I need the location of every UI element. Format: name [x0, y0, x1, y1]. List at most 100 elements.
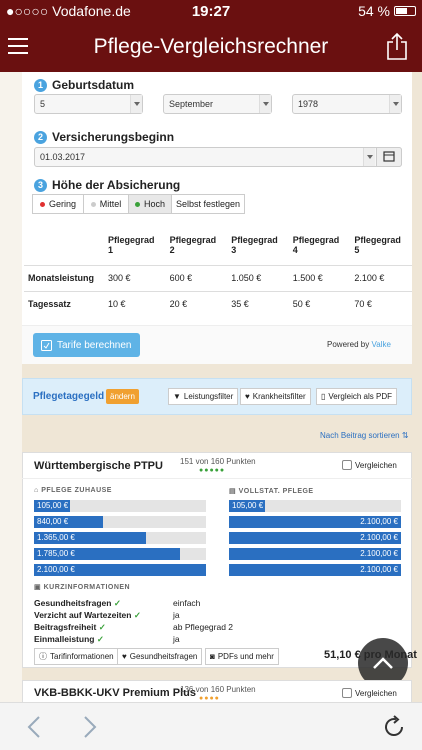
checkbox-icon: [342, 688, 352, 698]
check-icon: ✓: [133, 610, 141, 620]
check-icon: ✓: [98, 622, 106, 632]
filter-icon: ▼: [173, 392, 181, 401]
table-header-row: Pflegegrad 1 Pflegegrad 2 Pflegegrad 3 P…: [24, 225, 412, 265]
document-icon: ▯: [321, 392, 326, 401]
info-icon: ▣: [34, 584, 42, 591]
table-header: Pflegegrad 4: [292, 234, 340, 255]
level-custom-button[interactable]: Selbst festlegen: [171, 194, 245, 214]
grey-dot-icon: [90, 201, 96, 207]
benefit-bar-track: 2.100,00 €: [34, 564, 206, 576]
rating-dots: ●●●●●: [199, 467, 226, 474]
tariff-info-button[interactable]: ⓘ Tarifinformationen: [34, 648, 119, 665]
service-filter-button[interactable]: ▼ Leistungsfilter: [168, 388, 239, 405]
filter-title: Pflegetagegeld: [33, 391, 105, 402]
birth-year-select[interactable]: 1978: [292, 94, 402, 114]
home-care-heading: ⌂ PFLEGE ZUHAUSE: [34, 487, 112, 494]
tariff-score: 136 von 160 Punkten: [180, 685, 256, 694]
status-bar: ●○○○○ Vodafone.de 19:27 54 %: [0, 0, 422, 22]
calendar-icon[interactable]: [376, 147, 402, 167]
home-icon: ⌂: [34, 487, 39, 494]
heart-icon: ♥: [122, 652, 127, 661]
chevron-down-icon: [389, 95, 401, 113]
sort-icon: ⇅: [401, 431, 409, 440]
benefit-bar-track: 2.100,00 €: [229, 516, 401, 528]
compare-checkbox[interactable]: Vergleichen: [342, 460, 397, 470]
tariff-name: VKB-BBKK-UKV Premium Plus: [34, 687, 196, 699]
info-label: Einmalleistung ✓: [34, 634, 104, 644]
illness-filter-button[interactable]: ♥ Krankheitsfilter: [240, 388, 311, 405]
rating-dots: ●●●●: [199, 695, 220, 702]
benefit-bar: 840,00 €: [34, 516, 103, 528]
heart-icon: ♥: [245, 392, 250, 401]
health-questions-button[interactable]: ♥ Gesundheitsfragen: [117, 648, 203, 665]
full-care-heading: ▤ VOLLSTAT. PFLEGE: [229, 488, 314, 495]
forward-icon[interactable]: [82, 715, 98, 739]
birth-month-select[interactable]: September: [163, 94, 272, 114]
benefit-bar-track: 1.365,00 €: [34, 532, 206, 544]
start-heading: 2 Versicherungsbeginn: [34, 130, 174, 144]
info-value: ja: [173, 610, 180, 620]
compare-checkbox[interactable]: Vergleichen: [342, 688, 397, 698]
info-label: Gesundheitsfragen ✓: [34, 598, 121, 608]
reload-icon[interactable]: [382, 715, 406, 739]
benefit-bar: 2.100,00 €: [34, 564, 206, 576]
info-label: Verzicht auf Wartezeiten ✓: [34, 610, 141, 620]
benefit-bar: 2.100,00 €: [229, 516, 401, 528]
page-title: Pflege-Vergleichsrechner: [93, 35, 329, 58]
benefit-bar-track: 105,00 €: [34, 500, 206, 512]
left-margin: [0, 72, 22, 702]
info-value: ab Pflegegrad 2: [173, 622, 234, 632]
chevron-down-icon: [363, 148, 375, 166]
benefit-bar-track: 2.100,00 €: [229, 548, 401, 560]
page-margin: [412, 72, 422, 702]
benefit-bar: 1.785,00 €: [34, 548, 180, 560]
birth-day-select[interactable]: 5: [34, 94, 143, 114]
birthdate-heading: 1 Geburtsdatum: [34, 78, 134, 92]
tariff-score: 151 von 160 Punkten: [180, 457, 256, 466]
care-grade-table: Pflegegrad 1 Pflegegrad 2 Pflegegrad 3 P…: [24, 225, 412, 317]
benefit-bar-track: 840,00 €: [34, 516, 206, 528]
table-header: Pflegegrad 3: [231, 234, 278, 255]
table-header: Pflegegrad 5: [354, 234, 401, 255]
benefit-bar: 2.100,00 €: [229, 532, 401, 544]
chevron-down-icon: [130, 95, 142, 113]
nav-bar: Pflege-Vergleichsrechner: [0, 22, 422, 72]
checkbox-icon: [342, 460, 352, 470]
chevron-down-icon: [259, 95, 271, 113]
start-date-select[interactable]: 01.03.2017: [34, 147, 402, 167]
level-hoch-button[interactable]: Hoch: [128, 194, 172, 214]
battery-icon: [394, 6, 416, 16]
benefit-bar: 2.100,00 €: [229, 564, 401, 576]
benefit-bar: 1.365,00 €: [34, 532, 146, 544]
red-dot-icon: [39, 201, 45, 207]
benefit-bar: 105,00 €: [34, 500, 70, 512]
pdf-compare-button[interactable]: ▯ Vergleich als PDF: [316, 388, 397, 405]
change-button[interactable]: ändern: [106, 389, 139, 404]
level-gering-button[interactable]: Gering: [32, 194, 84, 214]
green-dot-icon: [134, 201, 140, 207]
calculate-button[interactable]: Tarife berechnen: [33, 333, 140, 357]
benefit-bar: 2.100,00 €: [229, 548, 401, 560]
sort-link[interactable]: Nach Beitrag sortieren ⇅: [320, 431, 409, 440]
table-header: Pflegegrad 2: [169, 234, 217, 255]
back-icon[interactable]: [26, 715, 42, 739]
share-icon[interactable]: [386, 32, 408, 60]
tariff-name: Württembergische PTPU: [34, 460, 163, 472]
edit-icon: [41, 339, 52, 351]
benefit-bar-track: 1.785,00 €: [34, 548, 206, 560]
info-circle-icon: ⓘ: [39, 652, 47, 661]
info-value: einfach: [173, 598, 201, 608]
benefit-bar-track: 2.100,00 €: [229, 564, 401, 576]
benefit-bar: 105,00 €: [229, 500, 265, 512]
check-icon: ✓: [113, 598, 121, 608]
headset-icon: ◙: [210, 652, 215, 661]
check-icon: ✓: [96, 634, 104, 644]
browser-toolbar: [0, 702, 422, 750]
table-header: Pflegegrad 1: [108, 234, 155, 255]
level-mittel-button[interactable]: Mittel: [83, 194, 129, 214]
short-info-heading: ▣ KURZINFORMATIONEN: [34, 584, 131, 591]
pdfs-button[interactable]: ◙ PDFs und mehr: [205, 648, 279, 665]
bed-icon: ▤: [229, 488, 237, 495]
info-label: Beitragsfreiheit ✓: [34, 622, 106, 632]
coverage-heading: 3 Höhe der Absicherung: [34, 178, 180, 192]
